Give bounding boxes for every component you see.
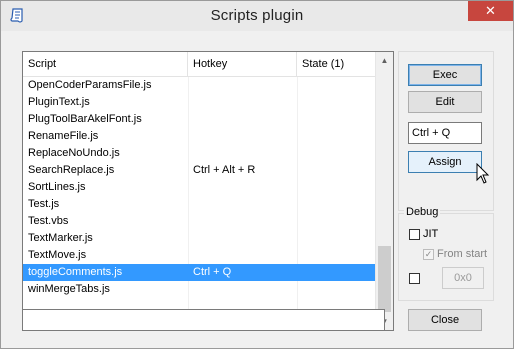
state-cell xyxy=(297,94,376,111)
list-item[interactable]: OpenCoderParamsFile.js xyxy=(23,77,376,94)
state-cell xyxy=(297,230,376,247)
close-button[interactable]: Close xyxy=(408,309,482,331)
hotkey-cell xyxy=(188,145,297,162)
hotkey-field[interactable]: Ctrl + Q xyxy=(408,122,482,144)
script-name-cell: toggleComments.js xyxy=(28,266,123,278)
jit-checkbox[interactable] xyxy=(409,229,420,240)
debug-value-checkbox[interactable] xyxy=(409,273,420,284)
script-name-cell: RenameFile.js xyxy=(28,130,99,142)
script-name-cell: OpenCoderParamsFile.js xyxy=(28,79,152,91)
list-item[interactable]: SearchReplace.js Ctrl + Alt + R xyxy=(23,162,376,179)
status-field[interactable] xyxy=(22,309,385,331)
title-bar: Scripts plugin ✕ xyxy=(1,1,513,31)
state-cell xyxy=(297,179,376,196)
dialog-client-area: Script Hotkey State (1) OpenCoderParamsF… xyxy=(8,31,505,341)
state-cell xyxy=(297,77,376,94)
list-item[interactable]: RenameFile.js xyxy=(23,128,376,145)
script-name-cell: ReplaceNoUndo.js xyxy=(28,147,120,159)
hotkey-cell xyxy=(188,247,297,264)
list-item[interactable]: PluginText.js xyxy=(23,94,376,111)
edit-button[interactable]: Edit xyxy=(408,91,482,113)
hotkey-cell xyxy=(188,94,297,111)
script-name-cell: TextMove.js xyxy=(28,249,87,261)
jit-label[interactable]: JIT xyxy=(423,228,438,240)
script-name-cell: SortLines.js xyxy=(28,181,86,193)
script-name-cell: winMergeTabs.js xyxy=(28,283,110,295)
list-vertical-scrollbar[interactable]: ▲ ▼ xyxy=(375,52,393,330)
debug-group-label: Debug xyxy=(404,206,441,218)
state-cell xyxy=(297,196,376,213)
script-name-cell: SearchReplace.js xyxy=(28,164,115,176)
hotkey-cell xyxy=(188,77,297,94)
list-item[interactable]: SortLines.js xyxy=(23,179,376,196)
from-start-checkbox[interactable]: ✓ xyxy=(423,249,434,260)
script-name-cell: TextMarker.js xyxy=(28,232,93,244)
list-item[interactable]: toggleComments.js Ctrl + Q xyxy=(23,264,376,281)
hotkey-cell xyxy=(188,281,297,298)
scrollbar-thumb[interactable] xyxy=(378,246,391,312)
list-item[interactable]: TextMove.js xyxy=(23,247,376,264)
debug-value-field[interactable]: 0x0 xyxy=(442,267,484,289)
hotkey-cell xyxy=(188,230,297,247)
list-item[interactable]: Test.vbs xyxy=(23,213,376,230)
list-header: Script Hotkey State (1) xyxy=(23,52,376,77)
list-item[interactable]: PlugToolBarAkelFont.js xyxy=(23,111,376,128)
hotkey-cell: Ctrl + Alt + R xyxy=(193,164,256,176)
hotkey-cell xyxy=(188,128,297,145)
state-cell xyxy=(297,145,376,162)
scripts-plugin-window: Scripts plugin ✕ Script Hotkey State (1)… xyxy=(0,0,514,349)
assign-button[interactable]: Assign xyxy=(408,151,482,173)
script-name-cell: Test.js xyxy=(28,198,60,210)
list-item[interactable]: ReplaceNoUndo.js xyxy=(23,145,376,162)
hotkey-cell xyxy=(188,213,297,230)
script-name-cell: PluginText.js xyxy=(28,96,90,108)
scroll-up-arrow-icon[interactable]: ▲ xyxy=(376,52,393,69)
scripts-list[interactable]: Script Hotkey State (1) OpenCoderParamsF… xyxy=(22,51,394,331)
state-cell xyxy=(297,247,376,264)
window-close-button[interactable]: ✕ xyxy=(468,1,513,21)
list-item[interactable]: Test.js xyxy=(23,196,376,213)
hotkey-cell xyxy=(188,179,297,196)
hotkey-cell xyxy=(188,111,297,128)
exec-button[interactable]: Exec xyxy=(408,64,482,86)
state-cell xyxy=(297,281,376,298)
script-name-cell: Test.vbs xyxy=(28,215,69,227)
mouse-pointer-icon xyxy=(476,162,490,185)
from-start-label[interactable]: From start xyxy=(437,248,487,260)
window-title: Scripts plugin xyxy=(210,7,304,24)
state-cell xyxy=(297,128,376,145)
list-rows: OpenCoderParamsFile.js PluginText.js PlugT… xyxy=(23,77,376,298)
state-cell xyxy=(297,264,376,281)
state-cell xyxy=(297,111,376,128)
list-item[interactable]: winMergeTabs.js xyxy=(23,281,376,298)
column-header-script[interactable]: Script xyxy=(23,52,188,76)
column-header-hotkey[interactable]: Hotkey xyxy=(188,52,297,76)
list-item[interactable]: TextMarker.js xyxy=(23,230,376,247)
hotkey-cell xyxy=(188,196,297,213)
hotkey-cell: Ctrl + Q xyxy=(193,266,232,278)
column-header-state[interactable]: State (1) xyxy=(297,52,376,76)
state-cell xyxy=(297,213,376,230)
script-name-cell: PlugToolBarAkelFont.js xyxy=(28,113,142,125)
state-cell xyxy=(297,162,376,179)
